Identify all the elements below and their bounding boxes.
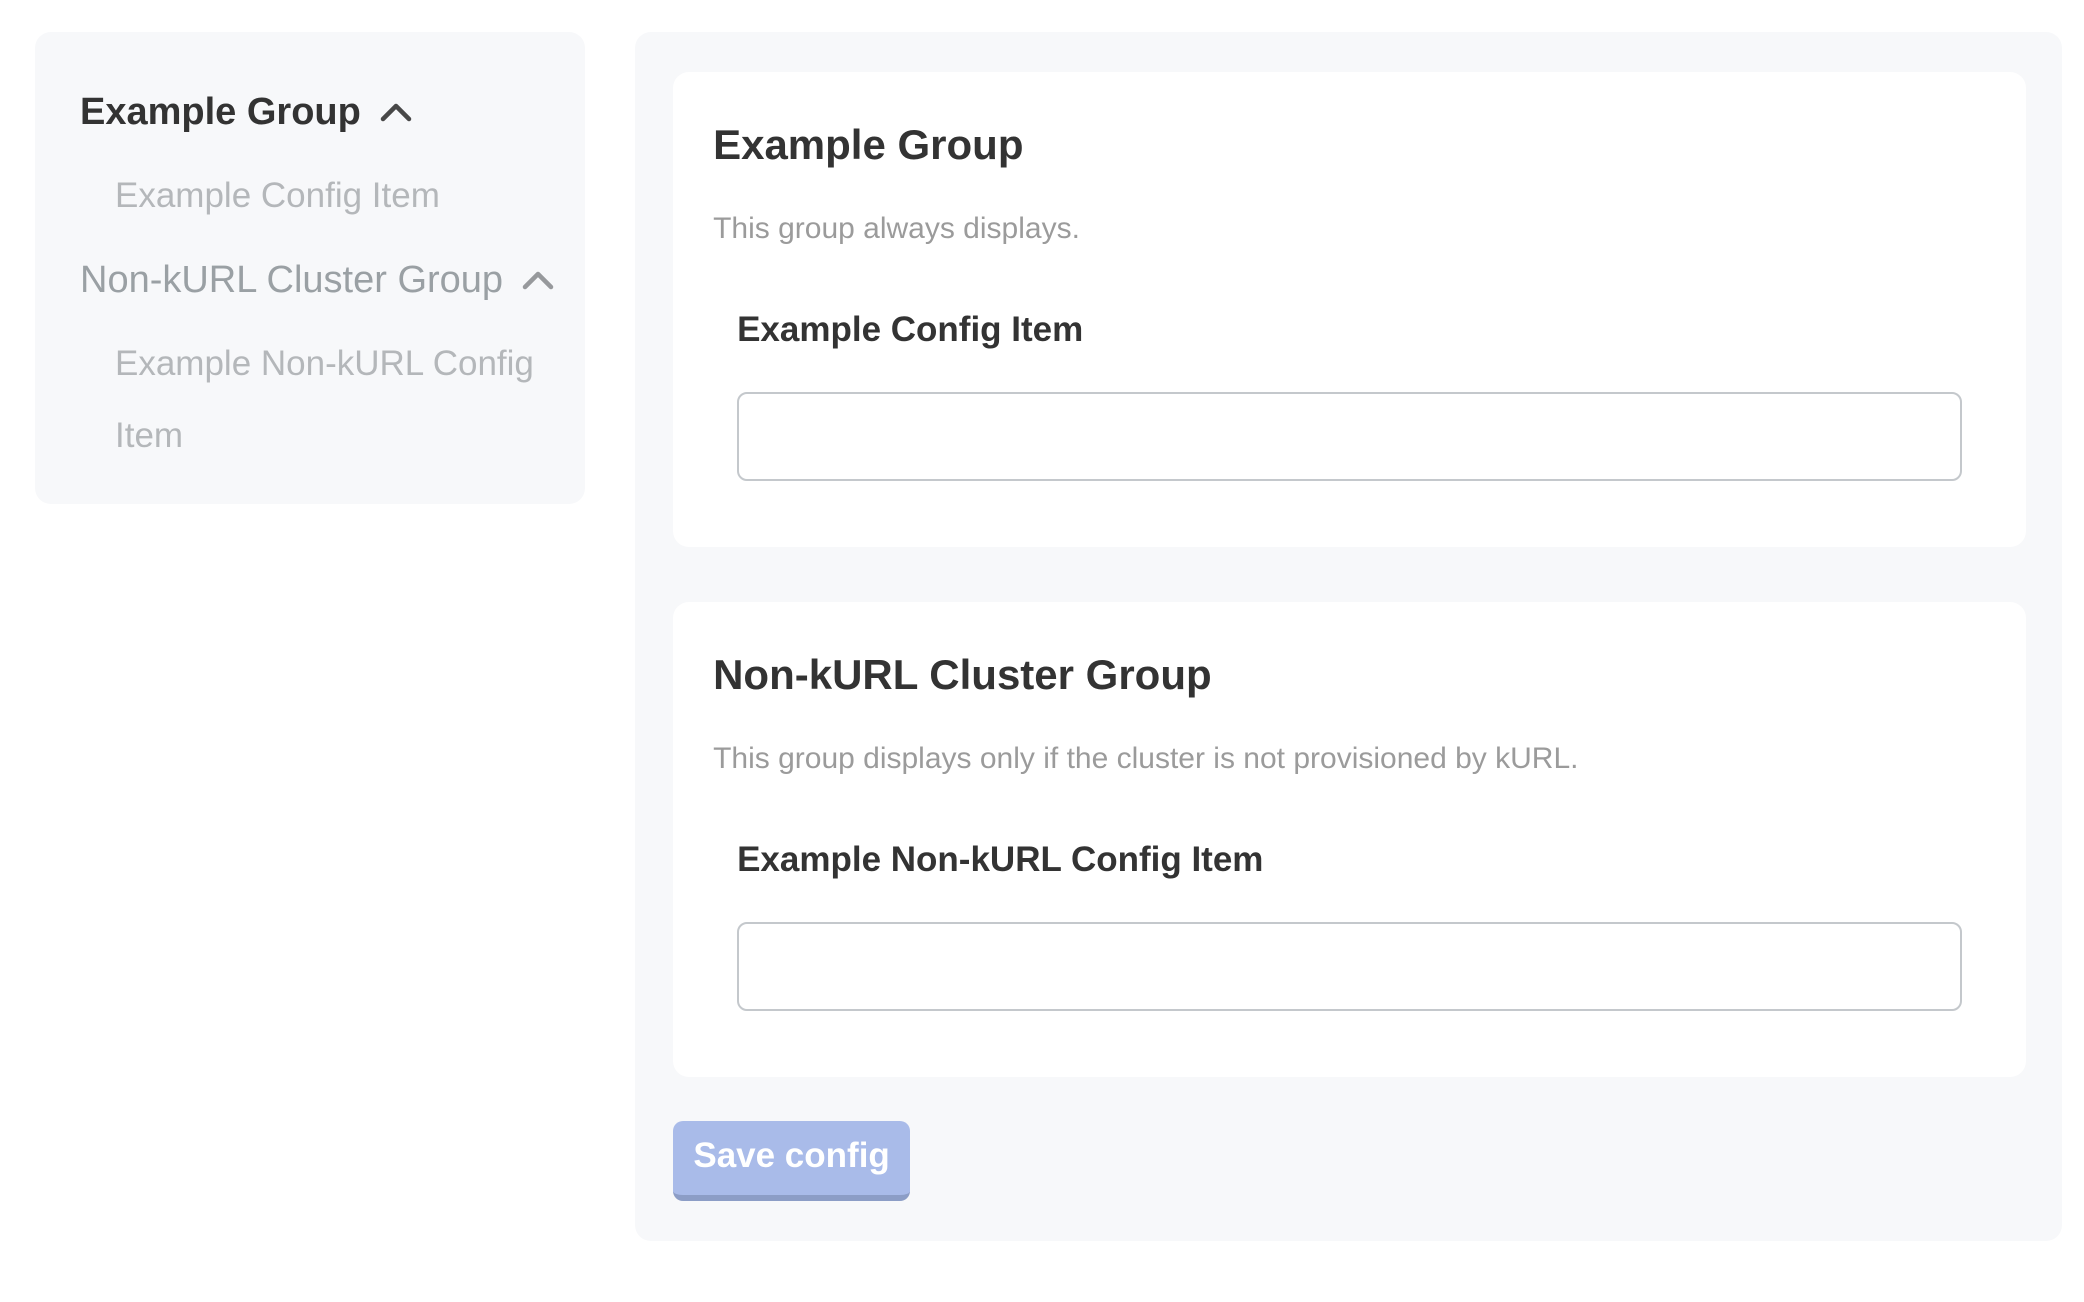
sidebar-group-label: Example Group: [80, 76, 361, 148]
config-field: Example Non-kURL Config Item: [737, 838, 1962, 1011]
config-main-panel: Example Group This group always displays…: [635, 32, 2062, 1241]
field-label: Example Config Item: [737, 308, 1962, 352]
group-description: This group displays only if the cluster …: [713, 740, 1962, 778]
config-page: Example Group Example Config Item Non-kU…: [0, 0, 2084, 1301]
config-nav-sidebar: Example Group Example Config Item Non-kU…: [35, 32, 585, 504]
sidebar-item-example-non-kurl-config-item[interactable]: Example Non-kURL Config Item: [115, 328, 555, 472]
chevron-up-icon: [379, 101, 413, 123]
sidebar-group-non-kurl-cluster-group[interactable]: Non-kURL Cluster Group: [80, 244, 555, 316]
config-text-input-example-non-kurl-config-item[interactable]: [737, 922, 1962, 1011]
config-field: Example Config Item: [737, 308, 1962, 481]
config-group-card-non-kurl-cluster-group: Non-kURL Cluster Group This group displa…: [673, 602, 2026, 1077]
config-group-card-example-group: Example Group This group always displays…: [673, 72, 2026, 547]
group-description: This group always displays.: [713, 210, 1962, 248]
group-title: Example Group: [713, 120, 1962, 170]
sidebar-group-example-group[interactable]: Example Group: [80, 76, 555, 148]
chevron-up-icon: [521, 269, 555, 291]
field-label: Example Non-kURL Config Item: [737, 838, 1962, 882]
sidebar-item-example-config-item[interactable]: Example Config Item: [115, 160, 555, 232]
config-text-input-example-config-item[interactable]: [737, 392, 1962, 481]
sidebar-group-label: Non-kURL Cluster Group: [80, 244, 503, 316]
save-config-button[interactable]: Save config: [673, 1121, 910, 1201]
group-title: Non-kURL Cluster Group: [713, 650, 1962, 700]
